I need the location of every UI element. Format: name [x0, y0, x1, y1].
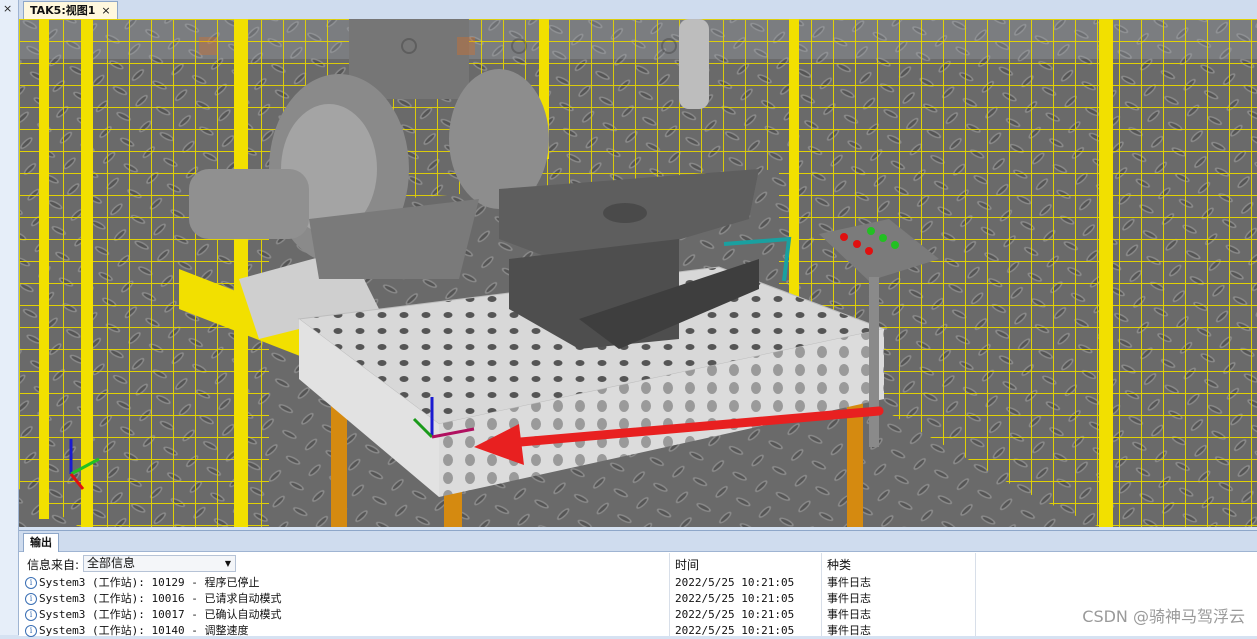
log-kind: 事件日志 [827, 608, 871, 621]
log-message: System3 (工作站): 10017 - 已确认自动模式 [39, 608, 282, 621]
chevron-down-icon: ▼ [224, 559, 231, 568]
left-pane-close-icon[interactable]: × [3, 2, 12, 16]
output-panel: 输出 信息来自: 全部信息 ▼ 时间 种类 i System3 (工作站): 1… [19, 530, 1257, 639]
log-time: 2022/5/25 10:21:05 [675, 608, 795, 621]
log-time: 2022/5/25 10:21:05 [675, 624, 795, 637]
output-tab-bar: 输出 [19, 531, 1257, 552]
document-tab-strip: TAK5:视图1 × [19, 0, 1257, 20]
log-message: System3 (工作站): 10016 - 已请求自动模式 [39, 592, 282, 605]
log-kind: 事件日志 [827, 576, 871, 589]
tab-close-icon[interactable]: × [101, 2, 110, 19]
output-header-row: 信息来自: 全部信息 ▼ 时间 种类 [19, 553, 1257, 573]
tab-view1[interactable]: TAK5:视图1 × [23, 1, 118, 19]
3d-viewport[interactable] [19, 19, 1257, 527]
log-row[interactable]: i System3 (工作站): 10140 - 调整速度 2022/5/25 … [19, 623, 1257, 639]
info-icon: i [25, 593, 37, 605]
log-time: 2022/5/25 10:21:05 [675, 592, 795, 605]
log-row[interactable]: i System3 (工作站): 10016 - 已请求自动模式 2022/5/… [19, 591, 1257, 607]
tab-output[interactable]: 输出 [23, 533, 59, 552]
log-kind: 事件日志 [827, 592, 871, 605]
column-header-kind[interactable]: 种类 [827, 556, 851, 573]
scene-svg [19, 19, 1257, 527]
info-icon: i [25, 609, 37, 621]
left-side-pane: × [0, 0, 19, 635]
filter-select[interactable]: 全部信息 ▼ [83, 555, 236, 572]
output-log-list: i System3 (工作站): 10129 - 程序已停止 2022/5/25… [19, 575, 1257, 639]
filter-select-value: 全部信息 [87, 556, 136, 570]
filter-label: 信息来自: [27, 558, 80, 572]
log-row[interactable]: i System3 (工作站): 10017 - 已确认自动模式 2022/5/… [19, 607, 1257, 623]
column-header-time[interactable]: 时间 [675, 556, 699, 573]
info-icon: i [25, 625, 37, 637]
left-fence [19, 19, 269, 527]
watermark: CSDN @骑神马驾浮云 [1082, 607, 1245, 626]
log-time: 2022/5/25 10:21:05 [675, 576, 795, 589]
log-message: System3 (工作站): 10129 - 程序已停止 [39, 576, 260, 589]
log-row[interactable]: i System3 (工作站): 10129 - 程序已停止 2022/5/25… [19, 575, 1257, 591]
info-icon: i [25, 577, 37, 589]
log-kind: 事件日志 [827, 624, 871, 637]
log-message: System3 (工作站): 10140 - 调整速度 [39, 624, 249, 637]
tab-view1-label: TAK5:视图1 [30, 4, 96, 17]
